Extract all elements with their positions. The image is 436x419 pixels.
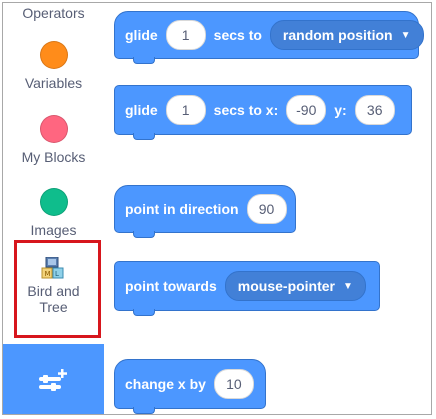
category-my-blocks-label: My Blocks xyxy=(21,149,86,165)
point-towards-dropdown[interactable]: mouse-pointer ▼ xyxy=(224,271,366,301)
glide-y-input[interactable]: 36 xyxy=(354,95,395,125)
add-extension-icon xyxy=(39,369,67,391)
point-in-direction-block[interactable]: point in direction 90 xyxy=(114,185,296,238)
category-sidebar: Operators Variables My Blocks Images M L xyxy=(3,3,105,414)
glide-secs-input[interactable]: 1 xyxy=(165,20,206,50)
category-operators-label: Operators xyxy=(22,5,85,21)
glide-x-input[interactable]: -90 xyxy=(286,95,327,125)
change-x-by-label: change x by xyxy=(125,376,206,392)
glide-to-random-block[interactable]: glide 1 secs to random position ▼ xyxy=(114,11,424,64)
glide-label: glide xyxy=(125,27,158,43)
highlight-box xyxy=(14,240,101,338)
secs-to-label: secs to xyxy=(213,27,262,43)
glide-secs-input[interactable]: 1 xyxy=(165,95,206,125)
category-operators[interactable]: Operators xyxy=(3,5,104,21)
secs-to-x-label: secs to x: xyxy=(213,102,279,118)
point-towards-value: mouse-pointer xyxy=(237,278,336,294)
change-x-by-block[interactable]: change x by 10 xyxy=(114,359,266,414)
glide-target-value: random position xyxy=(282,27,393,43)
add-extension-button[interactable] xyxy=(3,344,104,414)
variables-dot-icon xyxy=(39,41,68,69)
editor-frame: Operators Variables My Blocks Images M L xyxy=(2,2,432,415)
glide-to-xy-block[interactable]: glide 1 secs to x: -90 y: 36 xyxy=(114,85,412,140)
blocks-palette: glide 1 secs to random position ▼ glide … xyxy=(104,3,431,414)
category-variables[interactable]: Variables xyxy=(3,41,104,91)
images-dot-icon xyxy=(39,188,68,216)
category-my-blocks[interactable]: My Blocks xyxy=(3,115,104,165)
point-in-direction-label: point in direction xyxy=(125,201,239,217)
category-images[interactable]: Images xyxy=(3,188,104,238)
category-variables-label: Variables xyxy=(24,75,83,91)
y-label: y: xyxy=(334,102,347,118)
chevron-down-icon: ▼ xyxy=(343,280,353,292)
my-blocks-dot-icon xyxy=(39,115,68,143)
glide-target-dropdown[interactable]: random position ▼ xyxy=(269,20,424,50)
point-towards-label: point towards xyxy=(125,278,217,294)
point-towards-block[interactable]: point towards mouse-pointer ▼ xyxy=(114,261,380,316)
category-images-label: Images xyxy=(30,222,77,238)
direction-input[interactable]: 90 xyxy=(246,194,287,224)
glide-label: glide xyxy=(125,102,158,118)
chevron-down-icon: ▼ xyxy=(400,29,411,41)
change-x-input[interactable]: 10 xyxy=(213,369,254,399)
